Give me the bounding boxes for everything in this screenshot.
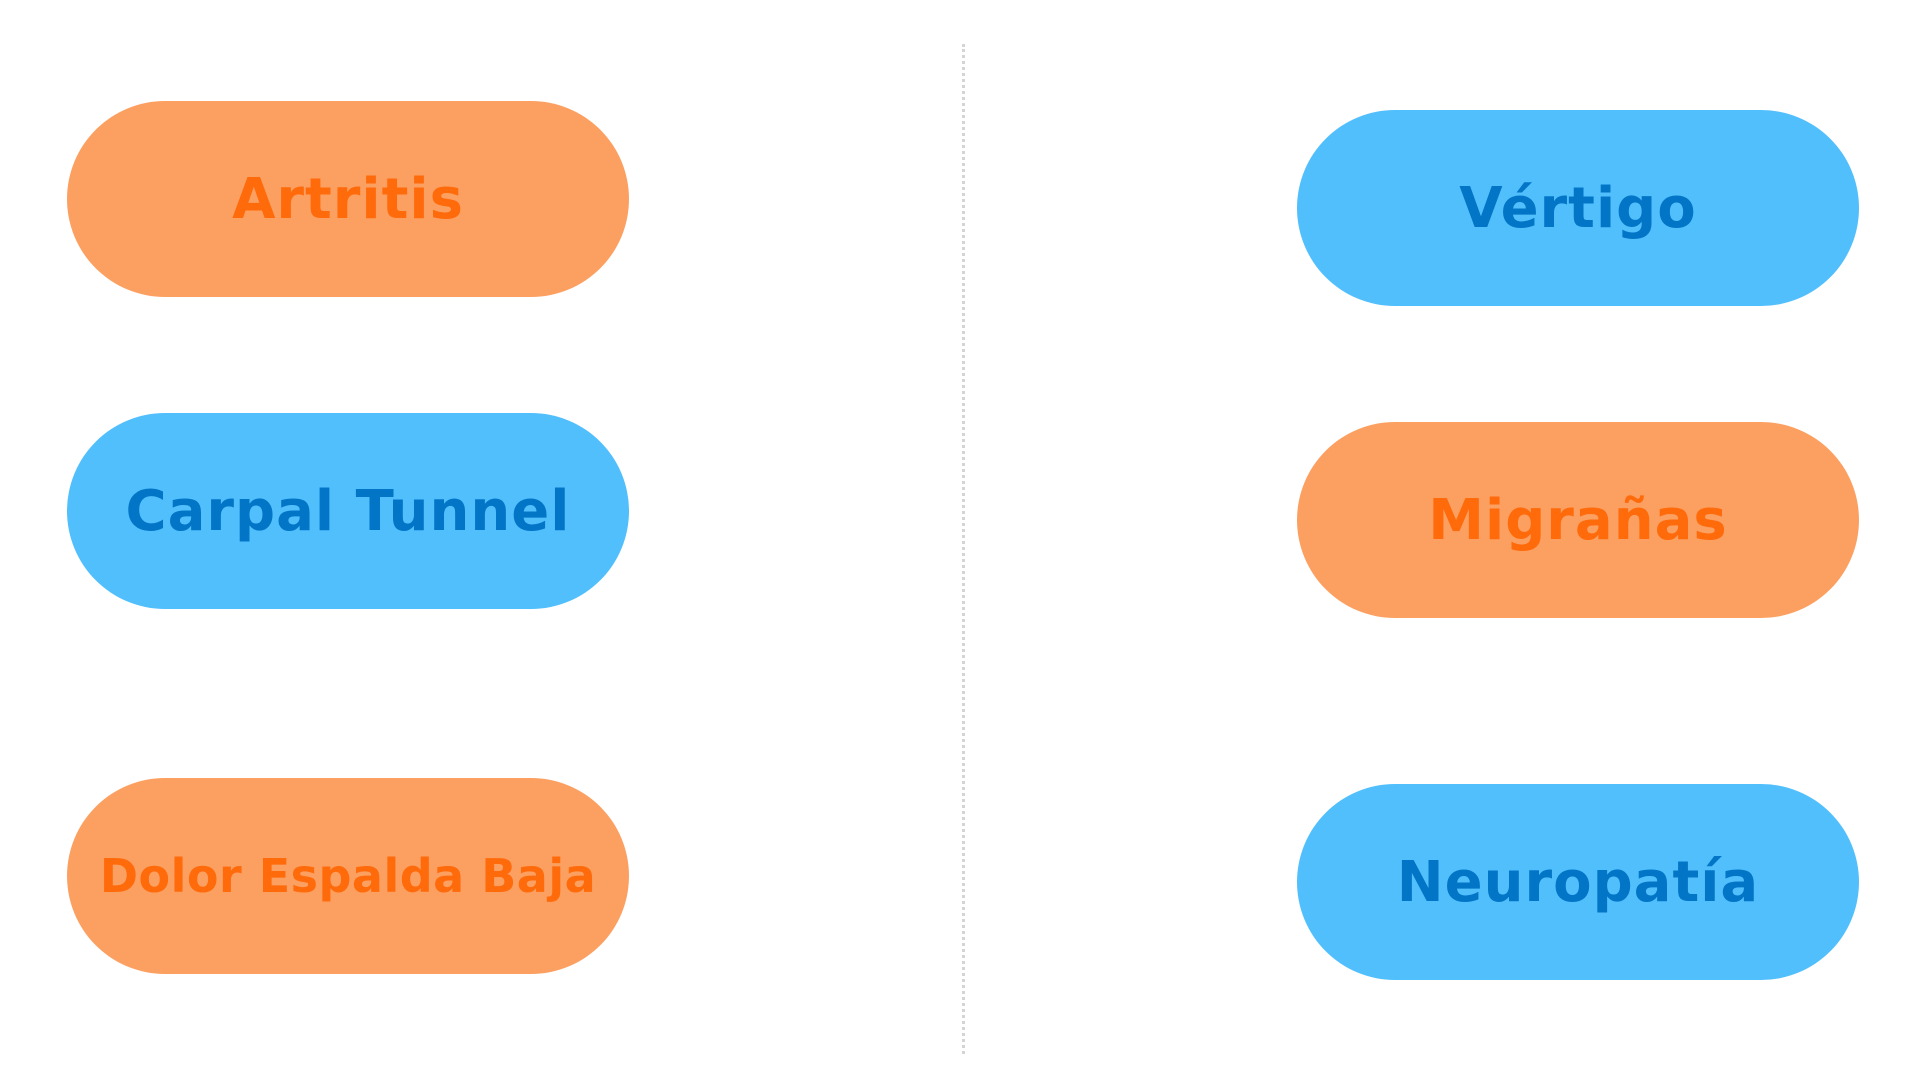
term-card-dolor-espalda-baja[interactable]: Dolor Espalda Baja (67, 778, 629, 974)
term-card-carpal-tunnel[interactable]: Carpal Tunnel (67, 413, 629, 609)
term-card-label: Migrañas (1428, 487, 1728, 553)
term-card-migranas[interactable]: Migrañas (1297, 422, 1859, 618)
column-divider (962, 44, 965, 1054)
term-card-label: Dolor Espalda Baja (99, 849, 597, 903)
term-card-label: Carpal Tunnel (125, 478, 571, 544)
term-card-label: Vértigo (1459, 175, 1697, 241)
term-card-artritis[interactable]: Artritis (67, 101, 629, 297)
term-card-neuropatia[interactable]: Neuropatía (1297, 784, 1859, 980)
term-card-label: Artritis (232, 166, 464, 232)
term-card-label: Neuropatía (1396, 849, 1760, 915)
term-card-vertigo[interactable]: Vértigo (1297, 110, 1859, 306)
